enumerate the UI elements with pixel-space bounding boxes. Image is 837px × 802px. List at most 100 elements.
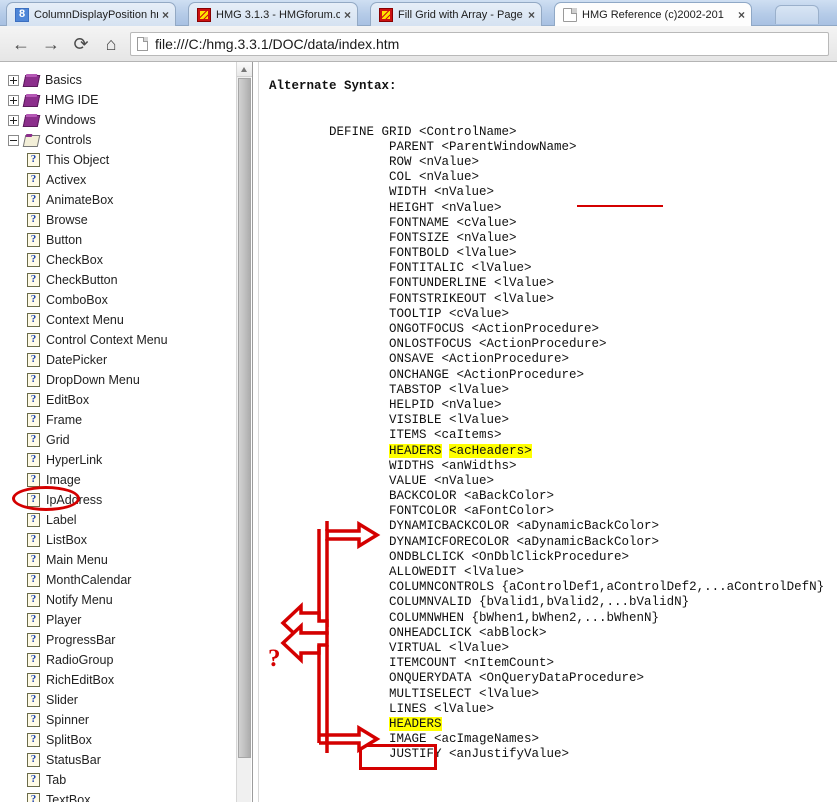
page-help-icon — [27, 272, 40, 287]
page-help-icon — [27, 212, 40, 227]
toc-item-richeditbox[interactable]: RichEditBox — [0, 670, 236, 690]
code-line: ONQUERYDATA <OnQueryDataProcedure> — [269, 671, 645, 686]
browser-tab-3[interactable]: Fill Grid with Array - Page 2 - × — [370, 2, 542, 26]
code-line: BACKCOLOR <aBackColor> — [269, 489, 555, 504]
scroll-up-arrow-icon[interactable] — [237, 62, 252, 77]
code-line: ITEMS <caItems> — [269, 428, 502, 443]
toc-item-datepicker[interactable]: DatePicker — [0, 350, 236, 370]
tab-title: ColumnDisplayPosition hmg - — [34, 8, 158, 21]
tab-title: Fill Grid with Array - Page 2 - — [398, 8, 524, 21]
tab-close-icon[interactable]: × — [528, 9, 535, 21]
pane-splitter[interactable] — [252, 62, 259, 802]
toc-item-label: Basics — [45, 72, 82, 87]
page-help-icon — [27, 672, 40, 687]
code-heading: Alternate Syntax: — [269, 79, 397, 93]
code-line: FONTUNDERLINE <lValue> — [269, 276, 555, 291]
code-line: COLUMNCONTROLS {aControlDef1,aControlDef… — [269, 580, 825, 595]
toc-item-progressbar[interactable]: ProgressBar — [0, 630, 236, 650]
back-icon[interactable]: ← — [8, 31, 34, 57]
collapse-minus-icon[interactable] — [8, 134, 19, 146]
toc-item-button[interactable]: Button — [0, 230, 236, 250]
toc-item-label: Player — [46, 612, 82, 627]
toc-item-splitbox[interactable]: SplitBox — [0, 730, 236, 750]
toc-item-context-menu[interactable]: Context Menu — [0, 310, 236, 330]
toc-item-spinner[interactable]: Spinner — [0, 710, 236, 730]
toc-item-main-menu[interactable]: Main Menu — [0, 550, 236, 570]
tab-close-icon[interactable]: × — [162, 9, 169, 21]
toc-item-editbox[interactable]: EditBox — [0, 390, 236, 410]
browser-tab-4-active[interactable]: HMG Reference (c)2002-201 × — [554, 2, 752, 26]
code-line: VIRTUAL <lValue> — [269, 640, 510, 655]
toc-item-control-context-menu[interactable]: Control Context Menu — [0, 330, 236, 350]
sidebar-scrollbar[interactable] — [236, 62, 252, 802]
toc-item-hmg-ide[interactable]: HMG IDE — [0, 90, 236, 110]
toc-item-radiogroup[interactable]: RadioGroup — [0, 650, 236, 670]
code-define-grid: DEFINE GRID <ControlName> — [269, 124, 517, 139]
toc-item-monthcalendar[interactable]: MonthCalendar — [0, 570, 236, 590]
toc-item-dropdown-menu[interactable]: DropDown Menu — [0, 370, 236, 390]
forward-icon[interactable]: → — [38, 31, 64, 57]
tab-close-icon[interactable]: × — [738, 9, 745, 21]
code-line: ONLOSTFOCUS <ActionProcedure> — [269, 337, 607, 352]
toc-item-activex[interactable]: Activex — [0, 170, 236, 190]
code-line: ROW <nValue> — [269, 154, 480, 169]
code-line: ONSAVE <ActionProcedure> — [269, 352, 570, 367]
document-pane: Alternate Syntax: DEFINE GRID <ControlNa… — [259, 62, 837, 802]
toc-item-player[interactable]: Player — [0, 610, 236, 630]
page-help-icon — [27, 392, 40, 407]
toc-item-label: HyperLink — [46, 452, 103, 467]
page-help-icon — [27, 252, 40, 267]
expand-plus-icon[interactable] — [8, 74, 19, 86]
toc-item-frame[interactable]: Frame — [0, 410, 236, 430]
toc-item-hyperlink[interactable]: HyperLink — [0, 450, 236, 470]
page-help-icon — [27, 332, 40, 347]
page-help-icon — [27, 572, 40, 587]
toc-item-combobox[interactable]: ComboBox — [0, 290, 236, 310]
toc-item-this-object[interactable]: This Object — [0, 150, 236, 170]
toc-item-textbox[interactable]: TextBox — [0, 790, 236, 802]
home-icon[interactable]: ⌂ — [98, 31, 124, 57]
toc-item-statusbar[interactable]: StatusBar — [0, 750, 236, 770]
toc-item-slider[interactable]: Slider — [0, 690, 236, 710]
book-closed-icon — [24, 94, 39, 107]
toc-item-label: Browse — [46, 212, 88, 227]
new-tab-button[interactable] — [775, 5, 819, 24]
browser-tab-2[interactable]: HMG 3.1.3 - HMGforum.com × — [188, 2, 358, 26]
document-icon — [563, 7, 577, 22]
page-help-icon — [27, 412, 40, 427]
toc-item-checkbox[interactable]: CheckBox — [0, 250, 236, 270]
toc-item-label[interactable]: Label — [0, 510, 236, 530]
browser-tab-1[interactable]: 8 ColumnDisplayPosition hmg - × — [6, 2, 176, 26]
toc-item-ipaddress[interactable]: IpAddress — [0, 490, 236, 510]
toc-item-grid[interactable]: Grid — [0, 430, 236, 450]
toc-item-label: DropDown Menu — [46, 372, 140, 387]
toc-item-listbox[interactable]: ListBox — [0, 530, 236, 550]
toc-item-checkbutton[interactable]: CheckButton — [0, 270, 236, 290]
syntax-code-block: Alternate Syntax: DEFINE GRID <ControlNa… — [269, 79, 824, 762]
toc-item-label: EditBox — [46, 392, 90, 407]
book-closed-icon — [24, 114, 39, 127]
toc-item-notify-menu[interactable]: Notify Menu — [0, 590, 236, 610]
browser-window: 8 ColumnDisplayPosition hmg - × HMG 3.1.… — [0, 0, 837, 802]
scrollbar-thumb[interactable] — [238, 78, 251, 758]
toc-item-windows[interactable]: Windows — [0, 110, 236, 130]
page-help-icon — [27, 592, 40, 607]
page-help-icon — [27, 292, 40, 307]
toc-sidebar[interactable]: Basics HMG IDE Windows Controls This Object A… — [0, 62, 236, 802]
page-icon — [137, 36, 148, 51]
toc-item-tab[interactable]: Tab — [0, 770, 236, 790]
address-bar[interactable]: file:///C:/hmg.3.3.1/DOC/data/index.htm — [130, 31, 829, 56]
toc-item-basics[interactable]: Basics — [0, 70, 236, 90]
toc-item-controls[interactable]: Controls — [0, 130, 236, 150]
reload-icon[interactable]: ⟳ — [68, 31, 94, 57]
toc-item-browse[interactable]: Browse — [0, 210, 236, 230]
code-line: ONCHANGE <ActionProcedure> — [269, 367, 585, 382]
toc-item-image[interactable]: Image — [0, 470, 236, 490]
expand-plus-icon[interactable] — [8, 114, 19, 126]
expand-plus-icon[interactable] — [8, 94, 19, 106]
tab-close-icon[interactable]: × — [344, 9, 351, 21]
toc-item-label: Frame — [46, 412, 83, 427]
tab-title: HMG 3.1.3 - HMGforum.com — [216, 8, 340, 21]
code-line: VISIBLE <lValue> — [269, 413, 510, 428]
toc-item-animatebox[interactable]: AnimateBox — [0, 190, 236, 210]
